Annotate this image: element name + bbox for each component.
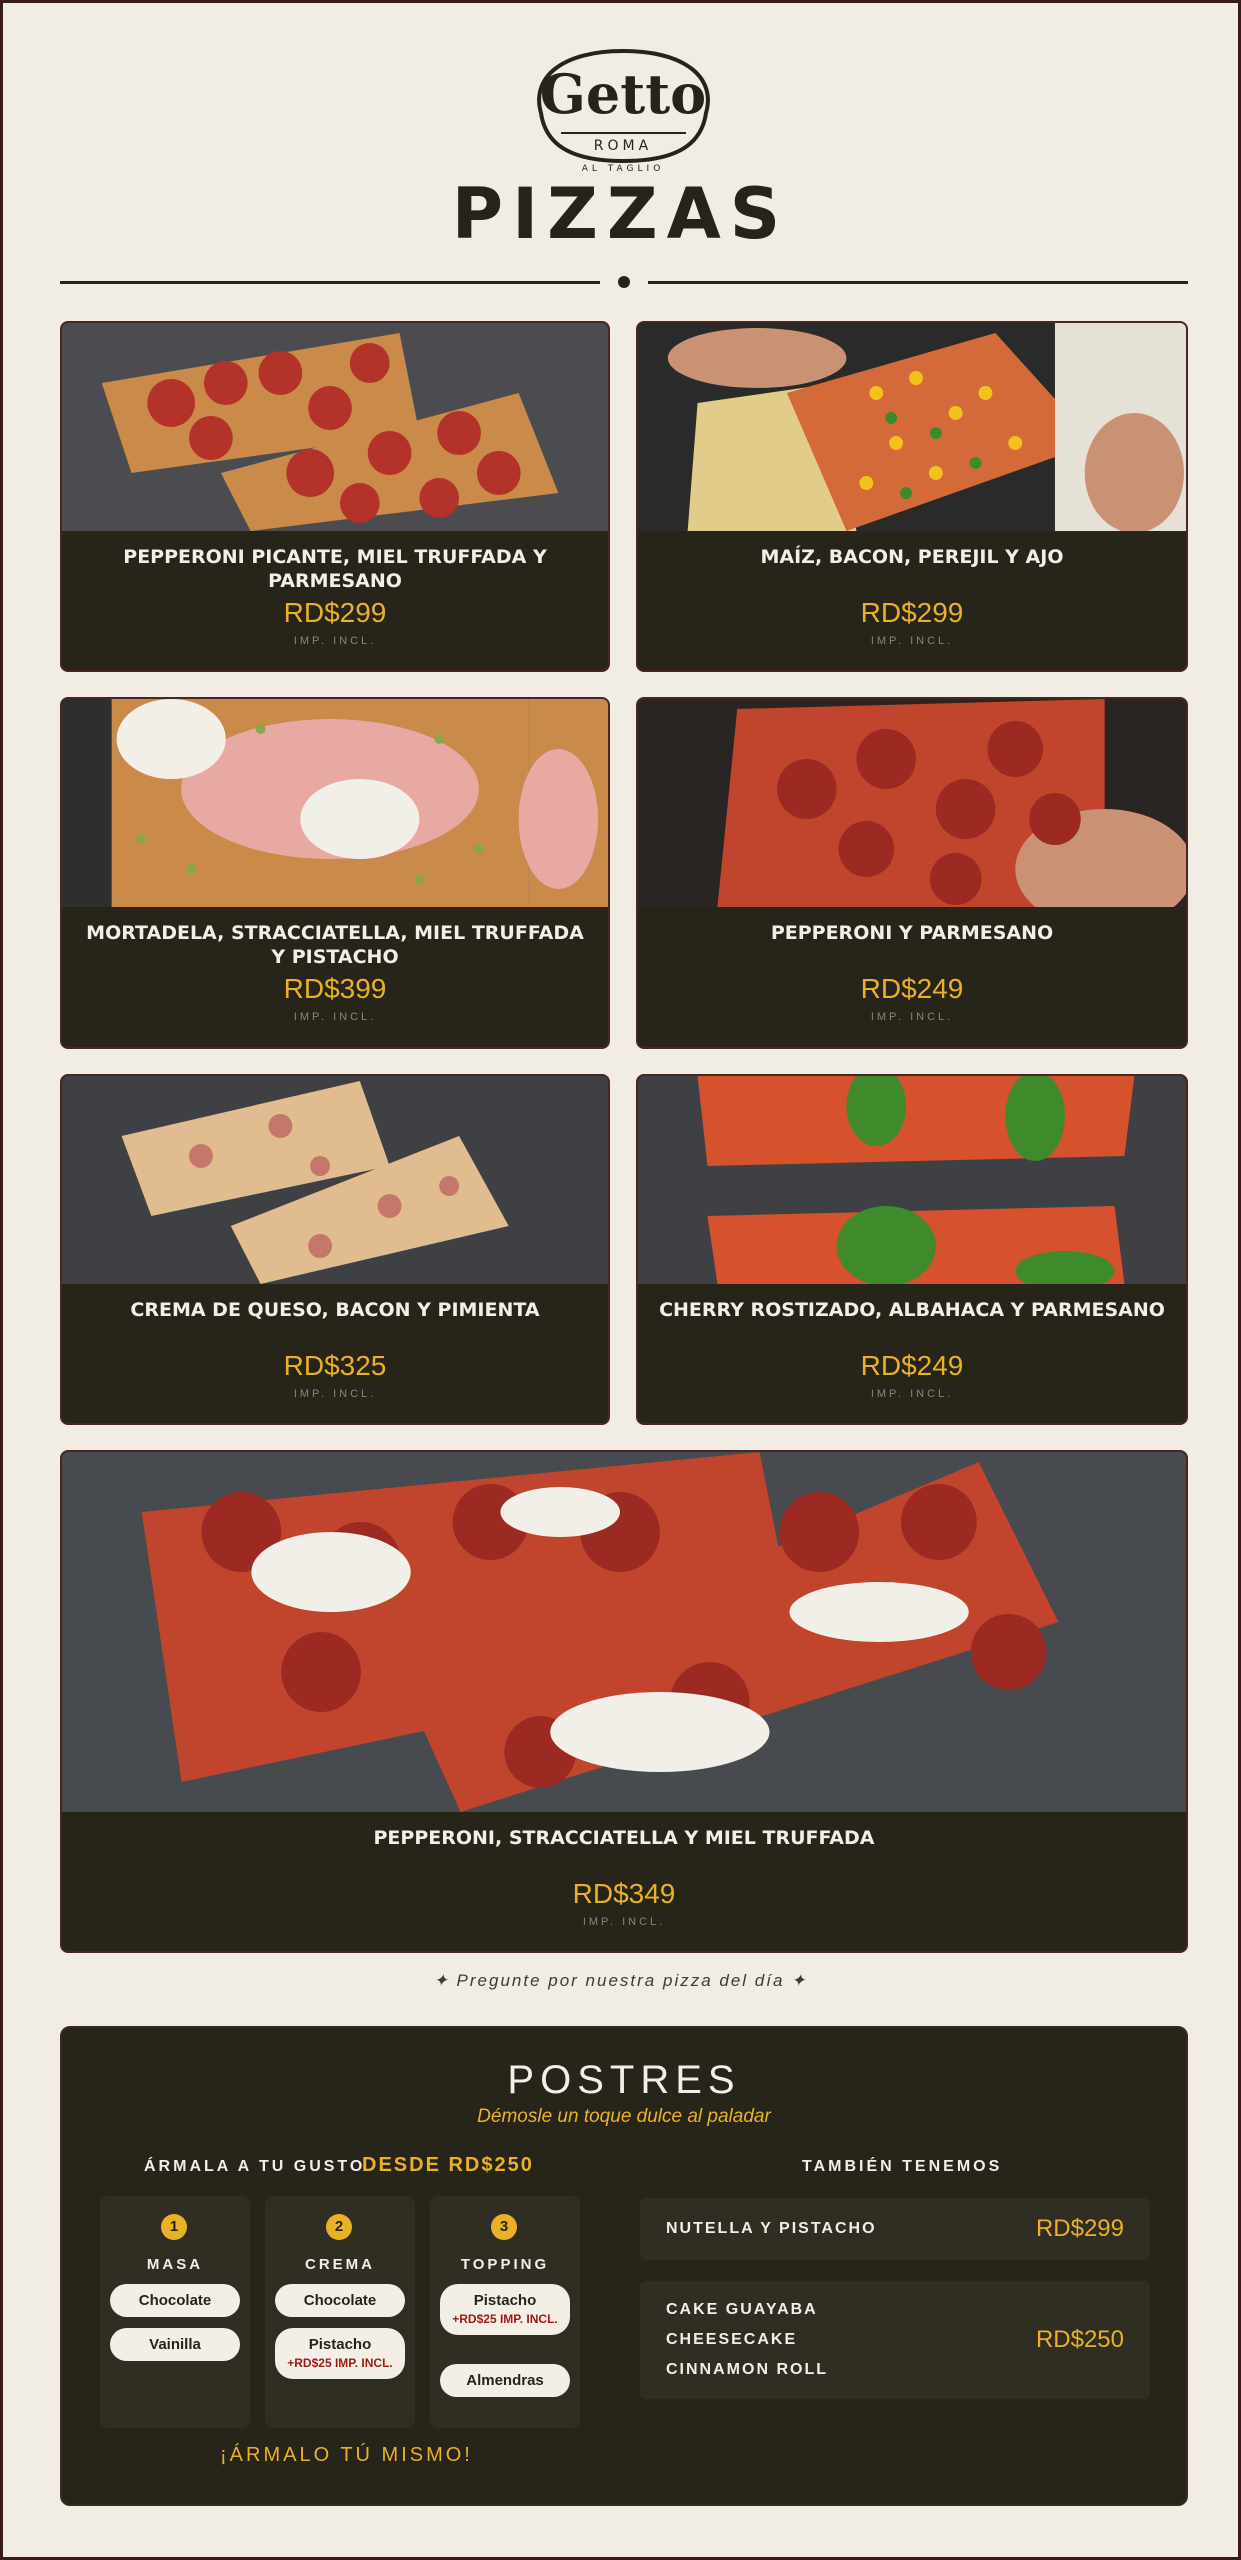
step-number: 3 [491, 2214, 517, 2240]
pizza-photo [638, 323, 1186, 531]
menu-page: Getto ROMA AL TAGLIO PIZZAS PEPPERONI PI… [3, 3, 1238, 2557]
logo-tagline: AL TAGLIO [582, 164, 665, 173]
pizza-card-wide[interactable]: PEPPERONI, STRACCIATELLA Y MIEL TRUFFADA… [60, 1450, 1188, 1953]
build-heading: ÁRMALA A TU GUSTO [144, 2158, 366, 2175]
option-name: Vainilla [149, 2336, 201, 2353]
step-number: 2 [326, 2214, 352, 2240]
pizza-photo [62, 1452, 1186, 1812]
also-item-price: RD$299 [1035, 2215, 1124, 2242]
step-masa: 1 MASA Chocolate Vainilla [100, 2196, 250, 2428]
pizza-card[interactable]: CHERRY ROSTIZADO, ALBAHACA Y PARMESANO R… [636, 1074, 1188, 1425]
pizza-photo [638, 699, 1186, 907]
pizza-card[interactable]: CREMA DE QUESO, BACON Y PIMIENTA RD$325 … [60, 1074, 610, 1425]
pizza-card[interactable]: PEPPERONI Y PARMESANO RD$249 IMP. INCL. [636, 697, 1188, 1049]
also-item-name: CINNAMON ROLL [666, 2361, 828, 2378]
pizza-card[interactable]: PEPPERONI PICANTE, MIEL TRUFFADA Y PARME… [60, 321, 610, 672]
pizza-card[interactable]: MORTADELA, STRACCIATELLA, MIEL TRUFFADA … [60, 697, 610, 1049]
step-label: CREMA [305, 2256, 375, 2273]
step-topping: 3 TOPPING Pistacho +RD$25 IMP. INCL. Alm… [430, 2196, 580, 2428]
pizza-name: PEPPERONI, STRACCIATELLA Y MIEL TRUFFADA [373, 1827, 875, 1849]
pizza-price: RD$399 [283, 973, 387, 1004]
step-label: TOPPING [460, 2256, 550, 2273]
tax-label: IMP. INCL. [293, 1388, 377, 1400]
option-name: Almendras [466, 2372, 544, 2389]
step-label: MASA [146, 2256, 204, 2273]
divider-left [60, 281, 600, 284]
option-pill[interactable]: Chocolate [275, 2284, 405, 2317]
tax-label: IMP. INCL. [870, 1011, 954, 1023]
pizza-name: MORTADELA, STRACCIATELLA, MIEL TRUFFADA … [86, 922, 584, 968]
step-crema: 2 CREMA Chocolate Pistacho +RD$25 IMP. I… [265, 2196, 415, 2428]
also-item-price: RD$250 [1035, 2326, 1124, 2353]
tax-label: IMP. INCL. [870, 1388, 954, 1400]
option-name: Chocolate [303, 2292, 377, 2309]
pizza-name: PEPPERONI Y PARMESANO [770, 922, 1054, 944]
also-item-names: CAKE GUAYABA CHEESECAKE CINNAMON ROLL [666, 2295, 828, 2385]
also-item-row[interactable]: CAKE GUAYABA CHEESECAKE CINNAMON ROLL RD… [640, 2281, 1150, 2399]
tax-label: IMP. INCL. [870, 635, 954, 647]
option-name: Pistacho [308, 2336, 372, 2353]
pizza-name: CHERRY ROSTIZADO, ALBAHACA Y PARMESANO [659, 1299, 1165, 1321]
pizza-price: RD$349 [572, 1878, 676, 1909]
pizza-photo [62, 699, 608, 907]
logo-roma: ROMA [594, 138, 652, 154]
pizza-photo [62, 323, 608, 531]
pizza-price: RD$325 [283, 1350, 387, 1381]
tax-label: IMP. INCL. [293, 635, 377, 647]
pizza-price: RD$299 [283, 597, 387, 628]
postres-panel: POSTRES Démosle un toque dulce al palada… [60, 2026, 1188, 2506]
divider-dot [618, 276, 630, 288]
option-pill[interactable]: Pistacho +RD$25 IMP. INCL. [275, 2328, 405, 2379]
build-cta[interactable]: ¡ÁRMALO TÚ MISMO! [220, 2444, 473, 2467]
page-title: PIZZAS [451, 173, 790, 255]
also-item-row[interactable]: NUTELLA Y PISTACHO RD$299 [640, 2198, 1150, 2260]
getto-logo: Getto ROMA AL TAGLIO [537, 48, 710, 173]
pizza-photo [638, 1076, 1186, 1284]
also-item-name: CHEESECAKE [666, 2331, 798, 2348]
also-item-name: CAKE GUAYABA [666, 2301, 818, 2318]
option-pill[interactable]: Pistacho +RD$25 IMP. INCL. [440, 2284, 570, 2335]
pizza-photo [62, 1076, 608, 1284]
option-pill[interactable]: Vainilla [110, 2328, 240, 2361]
option-extra-price: +RD$25 IMP. INCL. [452, 2312, 558, 2326]
daily-pizza-note: ✦ Pregunte por nuestra pizza del día ✦ [433, 1971, 808, 1990]
pizza-price: RD$249 [860, 973, 964, 1004]
postres-title: POSTRES [507, 2058, 741, 2102]
also-item-name: NUTELLA Y PISTACHO [666, 2220, 877, 2237]
option-name: Pistacho [473, 2292, 537, 2309]
tax-label: IMP. INCL. [582, 1916, 666, 1928]
also-item-names: NUTELLA Y PISTACHO [666, 2214, 877, 2244]
divider-right [648, 281, 1188, 284]
postres-subtitle: Démosle un toque dulce al paladar [477, 2106, 771, 2127]
option-extra-price: +RD$25 IMP. INCL. [287, 2356, 393, 2370]
also-heading: TAMBIÉN TENEMOS [802, 2158, 1003, 2175]
option-name: Chocolate [138, 2292, 212, 2309]
pizza-name: CREMA DE QUESO, BACON Y PIMIENTA [130, 1299, 540, 1321]
step-number: 1 [161, 2214, 187, 2240]
pizza-price: RD$249 [860, 1350, 964, 1381]
pizza-card[interactable]: MAÍZ, BACON, PEREJIL Y AJO RD$299 IMP. I… [636, 321, 1188, 672]
logo-wordmark: Getto [540, 62, 706, 126]
pizza-price: RD$299 [860, 597, 964, 628]
option-pill[interactable]: Almendras [440, 2364, 570, 2397]
option-pill[interactable]: Chocolate [110, 2284, 240, 2317]
pizza-name: MAÍZ, BACON, PEREJIL Y AJO [760, 546, 1064, 568]
build-price: DESDE RD$250 [362, 2154, 534, 2176]
pizza-name: PEPPERONI PICANTE, MIEL TRUFFADA Y PARME… [123, 546, 547, 592]
tax-label: IMP. INCL. [293, 1011, 377, 1023]
